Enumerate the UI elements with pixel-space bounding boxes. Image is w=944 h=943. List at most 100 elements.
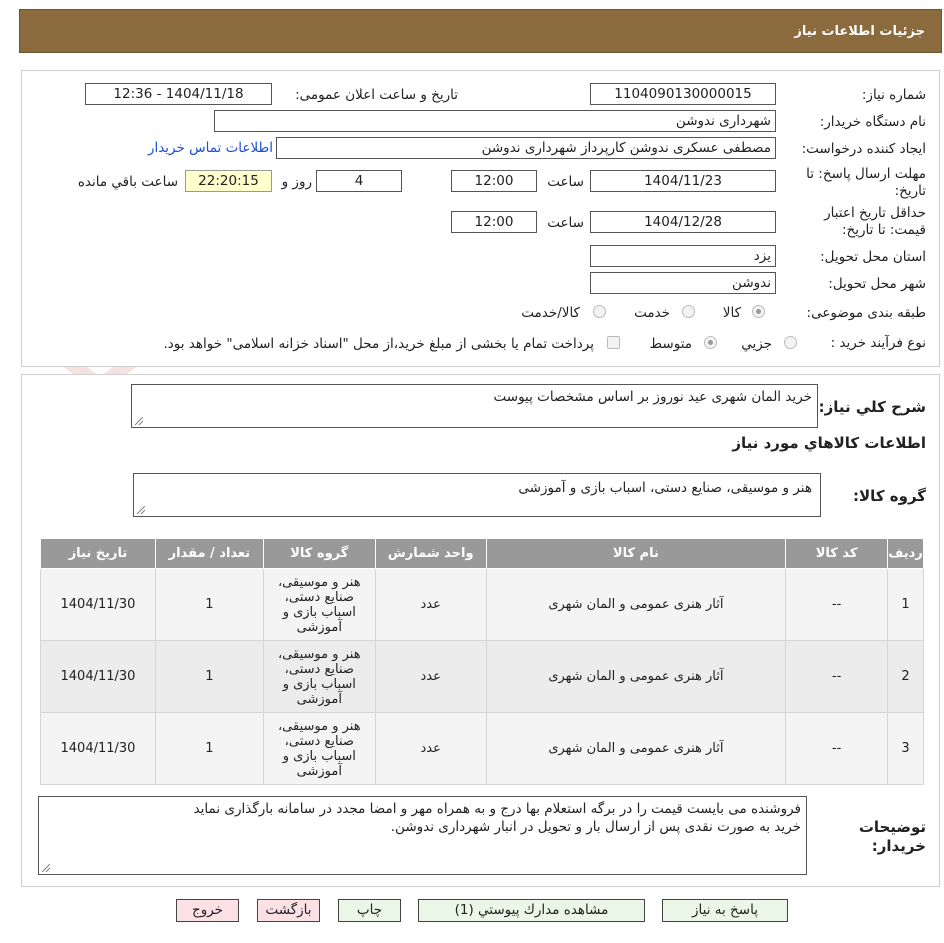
buyer-contact-link[interactable]: اطلاعات تماس خریدار — [148, 140, 273, 156]
col-name: نام کالا — [485, 538, 787, 569]
category-option-goods: کالا — [722, 305, 741, 321]
group-line: اسباب بازی و — [282, 604, 356, 620]
buyer-notes-line-1: فروشنده می بایست قیمت را در برگه استعلام… — [193, 801, 801, 817]
deadline-time-field: 12:00 — [451, 170, 537, 192]
process-option-medium: متوسط — [649, 336, 692, 352]
col-qty: تعداد / مقدار — [154, 538, 264, 569]
validity-date-field: 1404/12/28 — [590, 211, 776, 233]
days-remaining-field: 4 — [316, 170, 402, 192]
exit-button[interactable]: خروج — [176, 899, 239, 922]
deadline-date-field: 1404/11/23 — [590, 170, 776, 192]
cell-group: هنر و موسیقی، صنایع دستی، اسباب بازی و آ… — [262, 568, 376, 641]
cell-date: 1404/11/30 — [40, 712, 156, 785]
cell-group: هنر و موسیقی، صنایع دستی، اسباب بازی و آ… — [262, 712, 376, 785]
summary-label: شرح کلي نیاز: — [818, 398, 926, 416]
cell-unit: عدد — [374, 568, 487, 641]
table-row: 2 -- آثار هنری عمومی و المان شهری عدد هن… — [40, 640, 924, 713]
group-label: گروه کالا: — [853, 487, 926, 505]
col-row: ردیف — [887, 538, 924, 569]
need-number-label: شماره نیاز: — [861, 87, 926, 103]
cell-qty: 1 — [154, 712, 264, 785]
page-title: جزئیات اطلاعات نیاز — [794, 24, 925, 39]
cell-code: -- — [785, 712, 889, 785]
process-option-minor: جزیي — [741, 336, 772, 352]
creator-field: مصطفی عسکری ندوشن کارپرداز شهرداری ندوشن — [276, 137, 776, 159]
cell-group: هنر و موسیقی، صنایع دستی، اسباب بازی و آ… — [262, 640, 376, 713]
group-line: آموزشی — [296, 691, 342, 707]
buyer-notes-label-1: توضیحات — [858, 818, 926, 836]
group-line: هنر و موسیقی، — [277, 718, 361, 734]
deadline-label-1: مهلت ارسال پاسخ: تا — [806, 166, 926, 182]
category-option-goods-service: کالا/خدمت — [521, 305, 580, 321]
cell-qty: 1 — [154, 568, 264, 641]
treasury-checkbox[interactable] — [607, 336, 620, 349]
cell-unit: عدد — [374, 640, 487, 713]
col-unit: واحد شمارش — [374, 538, 487, 569]
validity-label-1: حداقل تاریخ اعتبار — [824, 205, 926, 221]
page-header: جزئیات اطلاعات نیاز — [19, 9, 942, 53]
city-field: ندوشن — [590, 272, 776, 294]
group-text: هنر و موسیقی، صنایع دستی، اسباب بازی و آ… — [518, 480, 812, 496]
group-line: آموزشی — [296, 763, 342, 779]
announce-datetime-field: 1404/11/18 - 12:36 — [85, 83, 272, 105]
buyer-notes-line-2: خرید به صورت نقدی پس از ارسال بار و تحوی… — [390, 819, 801, 835]
summary-textarea[interactable]: خرید المان شهری عید نوروز بر اساس مشخصات… — [131, 384, 818, 428]
group-line: آموزشی — [296, 619, 342, 635]
cell-name: آثار هنری عمومی و المان شهری — [485, 712, 787, 785]
cell-date: 1404/11/30 — [40, 640, 156, 713]
validity-label-2: قیمت: تا تاریخ: — [842, 222, 926, 238]
buyer-notes-textarea[interactable]: فروشنده می بایست قیمت را در برگه استعلام… — [38, 796, 807, 875]
group-line: صنایع دستی، — [284, 661, 354, 677]
attachments-button[interactable]: مشاهده مدارك پیوستي (1) — [418, 899, 645, 922]
days-label: روز و — [281, 174, 312, 190]
deadline-label-2: تاریخ: — [894, 183, 926, 199]
remaining-label: ساعت باقي مانده — [77, 174, 178, 190]
validity-time-label: ساعت — [547, 215, 584, 231]
category-radio-goods-service[interactable] — [593, 305, 606, 318]
items-table: ردیف کد کالا نام کالا واحد شمارش گروه کا… — [40, 538, 924, 785]
table-row: 3 -- آثار هنری عمومی و المان شهری عدد هن… — [40, 712, 924, 785]
creator-label: ایجاد کننده درخواست: — [801, 141, 926, 157]
cell-qty: 1 — [154, 640, 264, 713]
process-radio-minor[interactable] — [784, 336, 797, 349]
buyer-org-label: نام دستگاه خریدار: — [819, 114, 926, 130]
group-line: صنایع دستی، — [284, 733, 354, 749]
group-line: اسباب بازی و — [282, 748, 356, 764]
province-field: یزد — [590, 245, 776, 267]
cell-date: 1404/11/30 — [40, 568, 156, 641]
category-option-service: خدمت — [634, 305, 670, 321]
process-label: نوع فرآیند خرید : — [830, 335, 926, 351]
group-textarea[interactable]: هنر و موسیقی، صنایع دستی، اسباب بازی و آ… — [133, 473, 821, 517]
category-radio-goods[interactable] — [752, 305, 765, 318]
group-line: هنر و موسیقی، — [277, 574, 361, 590]
cell-name: آثار هنری عمومی و المان شهری — [485, 568, 787, 641]
process-radio-medium[interactable] — [704, 336, 717, 349]
need-number-field: 1104090130000015 — [590, 83, 776, 105]
resize-grip-icon[interactable] — [137, 506, 145, 514]
group-line: اسباب بازی و — [282, 676, 356, 692]
announce-label: تاریخ و ساعت اعلان عمومی: — [295, 87, 458, 103]
back-button[interactable]: بازگشت — [257, 899, 320, 922]
cell-row: 1 — [887, 568, 924, 641]
remaining-time-field: 22:20:15 — [185, 170, 272, 192]
validity-time-field: 12:00 — [451, 211, 537, 233]
table-header-row: ردیف کد کالا نام کالا واحد شمارش گروه کا… — [40, 538, 924, 569]
items-heading: اطلاعات کالاهاي مورد نیاز — [732, 434, 926, 452]
cell-code: -- — [785, 568, 889, 641]
print-button[interactable]: چاپ — [338, 899, 401, 922]
col-code: کد کالا — [785, 538, 889, 569]
summary-text: خرید المان شهری عید نوروز بر اساس مشخصات… — [493, 389, 812, 405]
city-label: شهر محل تحویل: — [828, 276, 926, 292]
cell-name: آثار هنری عمومی و المان شهری — [485, 640, 787, 713]
cell-row: 2 — [887, 640, 924, 713]
resize-grip-icon[interactable] — [42, 864, 50, 872]
col-date: تاریخ نیاز — [40, 538, 156, 569]
category-label: طبقه بندی موضوعی: — [806, 305, 926, 321]
cell-unit: عدد — [374, 712, 487, 785]
group-line: صنایع دستی، — [284, 589, 354, 605]
category-radio-service[interactable] — [682, 305, 695, 318]
reply-button[interactable]: پاسخ به نیاز — [662, 899, 788, 922]
cell-code: -- — [785, 640, 889, 713]
cell-row: 3 — [887, 712, 924, 785]
resize-grip-icon[interactable] — [135, 417, 143, 425]
